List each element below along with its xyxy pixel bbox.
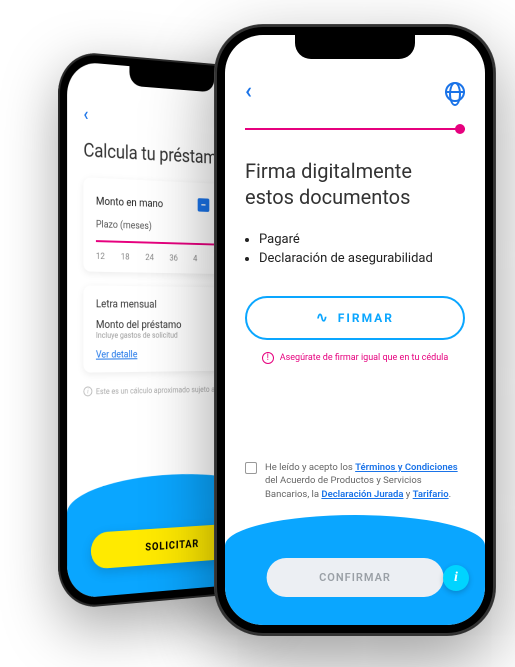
back-icon[interactable]: ‹	[245, 79, 252, 104]
detail-link[interactable]: Ver detalle	[96, 349, 137, 360]
list-item: Declaración de asegurabilidad	[259, 251, 465, 266]
minus-icon[interactable]: −	[198, 198, 210, 212]
back-icon[interactable]: ‹	[83, 104, 88, 125]
declaration-link[interactable]: Declaración Jurada	[321, 489, 403, 500]
confirm-button[interactable]: CONFIRMAR	[267, 558, 444, 597]
signature-icon: ∿	[316, 310, 330, 326]
terms-block: He leído y acepto los Términos y Condici…	[245, 461, 465, 501]
terms-checkbox[interactable]	[245, 462, 257, 474]
sign-button[interactable]: ∿ FIRMAR	[245, 296, 465, 340]
sign-label: FIRMAR	[338, 311, 394, 325]
amount-label: Monto en mano	[96, 194, 163, 210]
list-item: Pagaré	[259, 232, 465, 247]
info-button[interactable]: i	[443, 565, 469, 591]
alert-icon: !	[262, 352, 274, 364]
progress-bar	[245, 124, 465, 134]
info-icon: i	[83, 386, 92, 396]
globe-icon[interactable]	[445, 82, 465, 102]
tarifario-link[interactable]: Tarifario	[413, 489, 449, 500]
phone-mockup-front: ‹ Firma digitalmente estos documentos Pa…	[215, 25, 495, 635]
page-title: Firma digitalmente estos documentos	[245, 158, 465, 210]
sign-warning: ! Asegúrate de firmar igual que en tu cé…	[245, 352, 465, 364]
notch	[295, 35, 415, 59]
terms-link[interactable]: Términos y Condiciones	[355, 462, 457, 473]
document-list: Pagaré Declaración de asegurabilidad	[259, 232, 465, 266]
